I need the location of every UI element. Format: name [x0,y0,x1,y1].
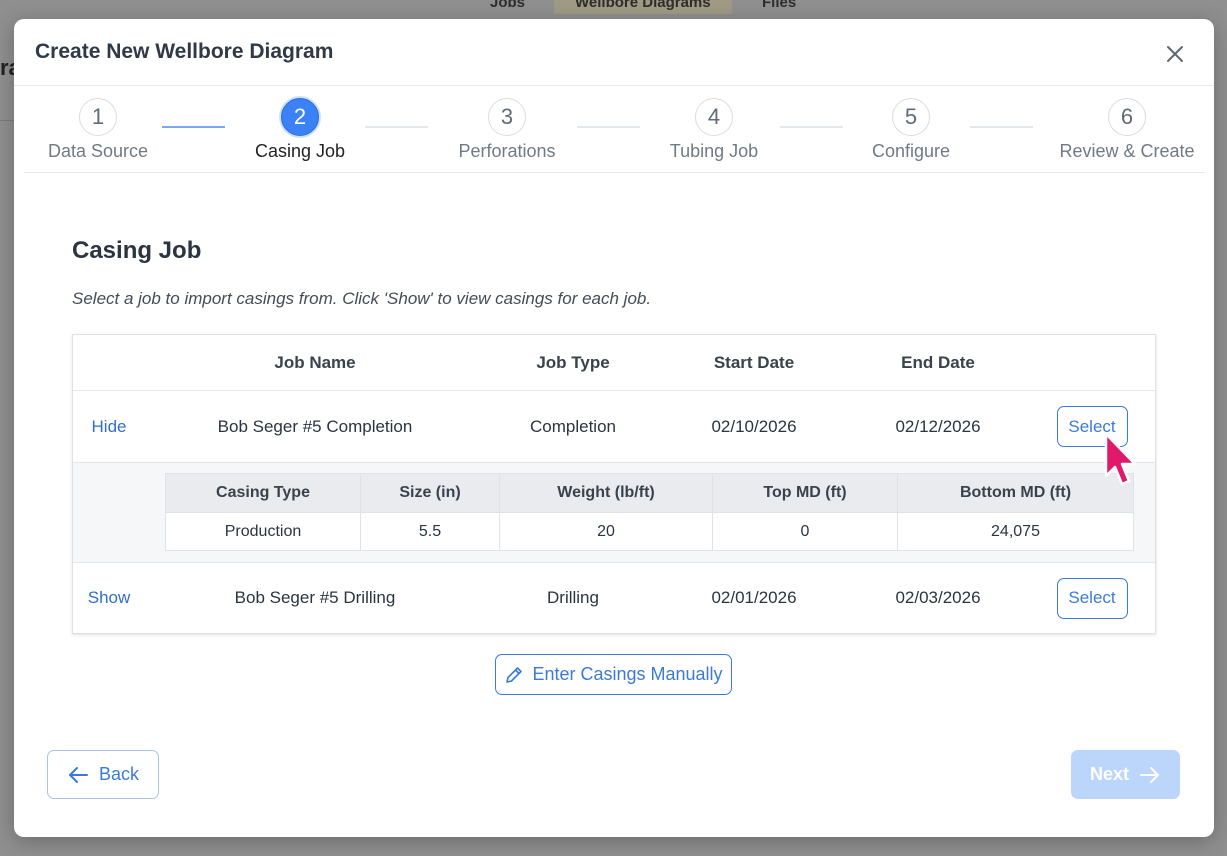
step-label: Perforations [458,141,556,161]
casings-detail-row: Casing Type Size (in) Weight (lb/ft) Top… [73,463,1155,563]
select-button[interactable]: Select [1056,406,1128,447]
step-number: 4 [695,98,733,136]
step-label: Configure [871,141,951,161]
bg-page-title-fragment: ra [0,55,14,80]
step-number: 5 [892,98,930,136]
job-type: Drilling [547,588,599,607]
job-type: Completion [530,416,616,436]
job-name: Bob Seger #5 Drilling [234,588,396,607]
job-name: Bob Seger #5 Completion [217,416,413,436]
casing-row: Production 5.5 20 0 24,075 [166,513,1133,550]
stepper: 1 Data Source 2 Casing Job 3 Perforation… [24,86,1204,173]
step-number: 6 [1108,98,1146,136]
header-casing-type: Casing Type [166,474,361,512]
manual-button-label: Enter Casings Manually [532,664,723,684]
casings-table: Casing Type Size (in) Weight (lb/ft) Top… [165,473,1134,551]
jobs-table: Job Name Job Type Start Date End Date Hi… [72,334,1156,634]
step-label: Casing Job [254,141,346,161]
arrow-right-icon [1140,766,1159,783]
close-button[interactable] [1162,41,1188,67]
bg-tab-wellbore-diagrams: Wellbore Diagrams [554,0,732,14]
step-data-source[interactable]: 1 Data Source [18,86,178,162]
select-button[interactable]: Select [1056,577,1128,619]
back-button-label: Back [98,764,140,784]
arrow-left-icon [68,766,88,783]
hide-link[interactable]: Hide [92,417,127,437]
table-row: Hide Bob Seger #5 Completion Completion … [73,391,1155,463]
header-size: Size (in) [361,474,500,512]
casing-type: Production [166,513,361,550]
step-configure[interactable]: 5 Configure [831,86,991,162]
background-tabs: Jobs Wellbore Diagrams Files [0,0,1227,14]
step-tubing-job[interactable]: 4 Tubing Job [634,86,794,162]
header-weight: Weight (lb/ft) [500,474,713,512]
close-icon [1167,46,1183,62]
next-button[interactable]: Next [1071,750,1180,799]
start-date: 02/10/2026 [711,416,797,436]
step-number: 3 [488,98,526,136]
casing-size: 5.5 [361,513,500,550]
section-subtitle: Select a job to import casings from. Cli… [72,289,652,308]
step-casing-job[interactable]: 2 Casing Job [220,86,380,162]
step-label: Tubing Job [669,141,759,161]
header-job-type: Job Type [536,352,610,372]
bg-divider [0,120,14,121]
next-button-label: Next [1089,764,1129,784]
header-job-name: Job Name [274,352,356,372]
table-row: Show Bob Seger #5 Drilling Drilling 02/0… [73,563,1155,633]
start-date: 02/01/2026 [711,588,797,607]
step-label: Review & Create [1059,141,1195,161]
step-number: 1 [79,98,117,136]
header-start-date: Start Date [713,352,795,372]
casing-weight: 20 [500,513,713,550]
step-review-create[interactable]: 6 Review & Create [1047,86,1207,162]
end-date: 02/12/2026 [895,416,981,436]
modal-header: Create New Wellbore Diagram [14,19,1214,86]
header-end-date: End Date [901,352,975,372]
table-header: Job Name Job Type Start Date End Date [73,335,1155,391]
casings-header: Casing Type Size (in) Weight (lb/ft) Top… [166,474,1133,513]
casing-bottom-md: 24,075 [991,522,1040,540]
back-button[interactable]: Back [47,750,159,799]
bg-tab-jobs: Jobs [490,0,526,11]
pencil-icon [506,666,523,683]
modal-title: Create New Wellbore Diagram [35,40,334,63]
create-wellbore-modal: Create New Wellbore Diagram 1 Data Sourc… [14,19,1214,837]
step-perforations[interactable]: 3 Perforations [427,86,587,162]
section-title: Casing Job [72,237,202,264]
show-link[interactable]: Show [88,588,131,608]
header-bottom-md: Bottom MD (ft) [959,484,1072,501]
bg-tab-files: Files [762,0,797,11]
enter-casings-manually-button[interactable]: Enter Casings Manually [495,654,732,695]
header-top-md: Top MD (ft) [713,474,898,512]
step-number: 2 [281,98,319,136]
end-date: 02/03/2026 [895,588,981,607]
casing-top-md: 0 [713,513,898,550]
step-label: Data Source [47,141,149,161]
